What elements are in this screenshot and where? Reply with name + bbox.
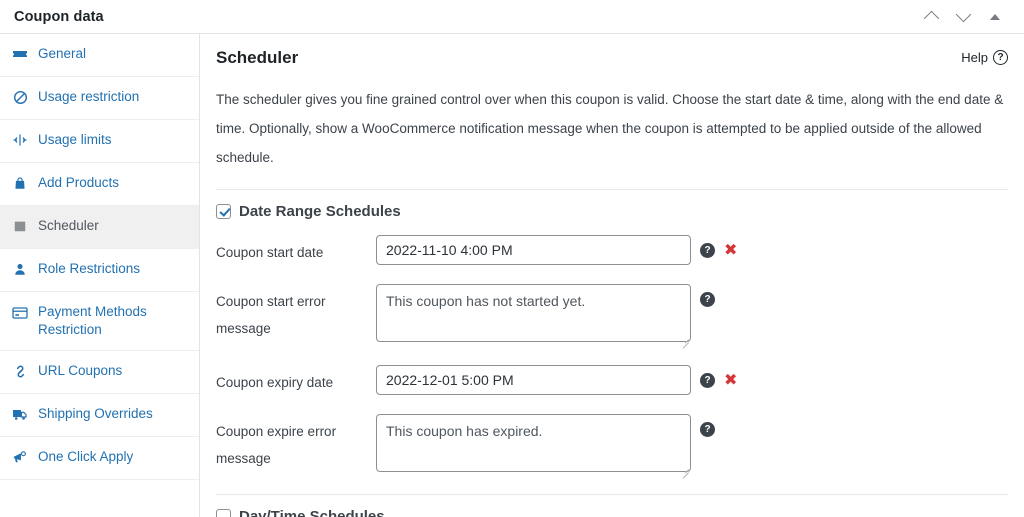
help-label: Help [961, 50, 988, 65]
coupon-data-sidebar: General Usage restriction Usage limits A… [0, 34, 200, 517]
sidebar-item-general[interactable]: General [0, 34, 199, 77]
coupon-start-date-label: Coupon start date [216, 245, 324, 260]
truck-icon [12, 405, 28, 423]
coupon-start-error-message-field-wrap: ? [376, 284, 734, 349]
sidebar-item-label: Shipping Overrides [38, 406, 153, 421]
bag-icon [12, 174, 28, 192]
sidebar-item-payment-methods-restriction[interactable]: Payment Methods Restriction [0, 292, 199, 351]
panel-body: General Usage restriction Usage limits A… [0, 34, 1024, 517]
question-circle-icon: ? [993, 50, 1008, 65]
no-entry-icon [12, 88, 28, 106]
coupon-expire-error-message-textarea[interactable] [376, 414, 691, 472]
coupon-start-date-field-wrap: ? ✖ [376, 235, 737, 265]
sidebar-item-label: Usage restriction [38, 89, 140, 104]
sidebar-item-role-restrictions[interactable]: Role Restrictions [0, 249, 199, 292]
coupon-start-error-message-label: Coupon start error message [216, 294, 326, 336]
coupon-expiry-date-label: Coupon expiry date [216, 375, 334, 390]
sidebar-item-label: Scheduler [38, 218, 99, 233]
sidebar-item-usage-restriction[interactable]: Usage restriction [0, 77, 199, 120]
scheduler-panel: Scheduler Help ? The scheduler gives you… [200, 34, 1024, 517]
field-row-coupon-start-date: Coupon start date ? ✖ [216, 226, 1008, 275]
chevron-down-icon [955, 6, 971, 23]
date-range-schedules-label: Date Range Schedules [239, 203, 401, 220]
section-description: The scheduler gives you fine grained con… [216, 92, 1004, 165]
panel-header-actions [916, 2, 1010, 32]
sidebar-item-label: Role Restrictions [38, 261, 141, 276]
help-tooltip-icon[interactable]: ? [700, 373, 715, 388]
textarea-holder [376, 414, 691, 479]
help-tooltip-icon[interactable]: ? [700, 422, 715, 437]
sidebar-item-label: Payment Methods Restriction [38, 304, 147, 337]
panel-header: Coupon data [0, 0, 1024, 34]
user-icon [12, 260, 28, 278]
daytime-schedules-toggle[interactable]: Day/Time Schedules [216, 495, 1008, 517]
link-icon [12, 362, 28, 380]
field-row-coupon-expiry-date: Coupon expiry date ? ✖ [216, 356, 1008, 405]
coupon-start-date-input[interactable] [376, 235, 691, 265]
toggle-panel-button[interactable] [980, 2, 1010, 32]
sidebar-item-add-products[interactable]: Add Products [0, 163, 199, 206]
ticket-icon [12, 45, 28, 63]
calendar-icon [12, 217, 28, 235]
section-header: Scheduler Help ? [216, 34, 1008, 68]
move-up-button[interactable] [916, 2, 946, 32]
coupon-expire-error-message-label: Coupon expire error message [216, 424, 337, 466]
sidebar-item-shipping-overrides[interactable]: Shipping Overrides [0, 394, 199, 437]
clear-x-icon[interactable]: ✖ [724, 372, 737, 388]
help-tooltip-icon[interactable]: ? [700, 292, 715, 307]
move-down-button[interactable] [948, 2, 978, 32]
daytime-schedules-label: Day/Time Schedules [239, 508, 385, 517]
sidebar-item-label: General [38, 46, 87, 61]
coupon-start-error-message-textarea[interactable] [376, 284, 691, 342]
sidebar-item-url-coupons[interactable]: URL Coupons [0, 351, 199, 394]
sidebar-item-usage-limits[interactable]: Usage limits [0, 120, 199, 163]
help-link[interactable]: Help ? [961, 48, 1008, 65]
textarea-holder [376, 284, 691, 349]
sidebar-item-label: Usage limits [38, 132, 112, 147]
help-tooltip-icon[interactable]: ? [700, 243, 715, 258]
sidebar-item-one-click-apply[interactable]: One Click Apply [0, 437, 199, 480]
field-row-coupon-start-error-message: Coupon start error message ? [216, 275, 1008, 356]
date-range-schedules-checkbox[interactable] [216, 204, 231, 219]
sidebar-item-label: One Click Apply [38, 449, 134, 464]
coupon-expiry-date-field-wrap: ? ✖ [376, 365, 737, 395]
field-row-coupon-expire-error-message: Coupon expire error message ? [216, 405, 1008, 486]
date-range-schedules-toggle[interactable]: Date Range Schedules [216, 190, 1008, 226]
limits-icon [12, 131, 28, 149]
triangle-up-icon [990, 13, 1000, 20]
clear-x-icon[interactable]: ✖ [724, 242, 737, 258]
section-title: Scheduler [216, 48, 299, 67]
sidebar-item-label: Add Products [38, 175, 120, 190]
chevron-up-icon [923, 10, 939, 27]
daytime-schedules-checkbox[interactable] [216, 509, 231, 517]
sidebar-item-scheduler[interactable]: Scheduler [0, 206, 199, 249]
megaphone-icon [12, 448, 28, 466]
coupon-expiry-date-input[interactable] [376, 365, 691, 395]
page-title: Coupon data [14, 8, 104, 25]
sidebar-item-label: URL Coupons [38, 363, 123, 378]
credit-card-icon [12, 303, 28, 321]
coupon-expire-error-message-field-wrap: ? [376, 414, 734, 479]
